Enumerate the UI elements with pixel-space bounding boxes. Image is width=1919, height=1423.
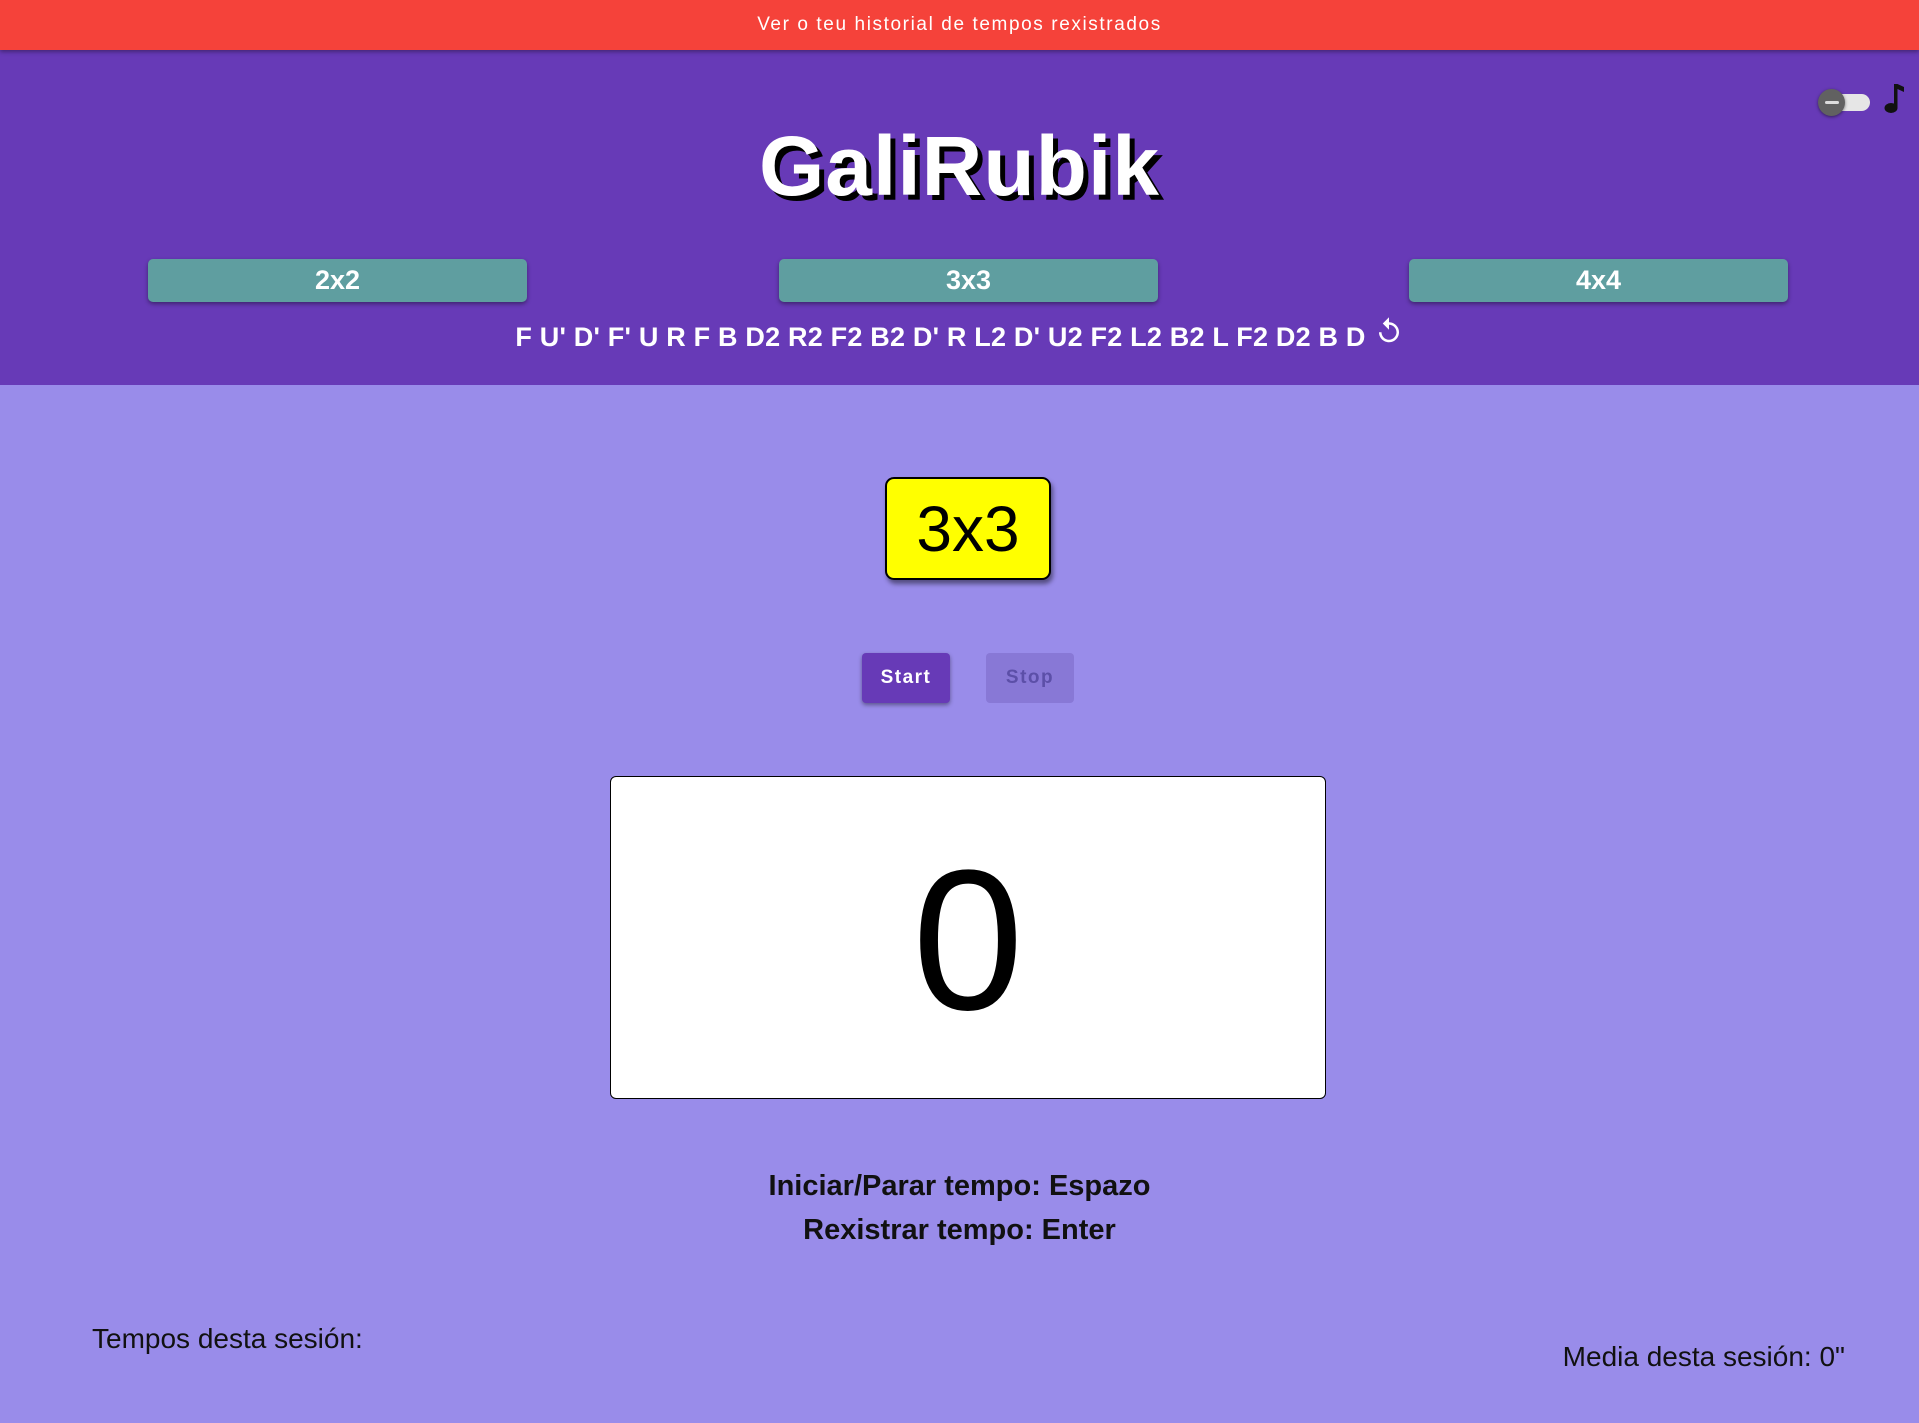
start-button[interactable]: Start [862,653,950,703]
scramble-row: F U' D' F' U R F B D2 R2 F2 B2 D' R L2 D… [0,316,1919,353]
stop-button[interactable]: Stop [986,653,1074,703]
timer-value: 0 [912,828,1024,1052]
scramble-text: F U' D' F' U R F B D2 R2 F2 B2 D' R L2 D… [515,322,1366,352]
cube-size-2x2-button[interactable]: 2x2 [148,259,527,302]
timer-display: 0 [610,776,1326,1099]
shortcut-register: Rexistrar tempo: Enter [803,1214,1116,1246]
shortcut-start-stop: Iniciar/Parar tempo: Espazo [768,1170,1151,1202]
selected-cube-badge: 3x3 [885,477,1051,580]
cube-size-4x4-button[interactable]: 4x4 [1409,259,1788,302]
theme-toggle[interactable] [1818,88,1872,116]
session-times-label: Tempos desta sesión: [92,1323,363,1354]
cube-size-3x3-button[interactable]: 3x3 [779,259,1158,302]
app-title: GaliRubik [758,119,1161,213]
music-note-icon[interactable] [1880,82,1906,116]
refresh-icon[interactable] [1374,316,1404,346]
history-banner-link[interactable]: Ver o teu historial de tempos rexistrado… [0,0,1919,50]
toggle-icon [1818,89,1845,116]
session-average-label: Media desta sesión: 0" [1562,1341,1845,1372]
